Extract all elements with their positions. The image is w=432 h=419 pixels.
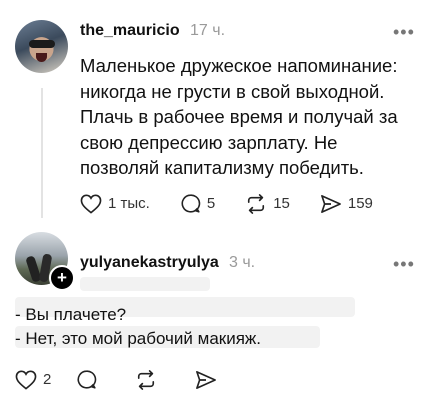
repost-button[interactable]: 15 xyxy=(245,193,290,214)
post-time: 17 ч. xyxy=(190,22,226,39)
reply-text-line: - Вы плачете? xyxy=(15,305,127,324)
post-text: Маленькое дружеское напоминание: никогда… xyxy=(80,53,415,181)
send-icon xyxy=(196,370,217,389)
reply-like-count: 2 xyxy=(43,371,52,388)
post-username[interactable]: the_mauricio xyxy=(80,22,180,40)
post-text-line: свою депрессию зарплату. Не xyxy=(80,131,338,153)
plus-icon: + xyxy=(57,268,67,287)
post-actions: 1 тыс. 5 15 159 xyxy=(80,193,401,214)
comment-icon xyxy=(77,370,97,389)
like-count: 1 тыс. xyxy=(108,195,150,212)
reply-like-button[interactable]: 2 xyxy=(15,370,51,390)
reply-text: - Вы плачете? - Нет, это мой рабочий мак… xyxy=(15,303,261,351)
share-count: 159 xyxy=(347,195,373,212)
post-more-button[interactable]: ••• xyxy=(393,22,415,43)
avatar-sunglasses xyxy=(29,40,55,48)
post-text-line: Плачь в рабочее время и получай за xyxy=(80,106,398,127)
reply-text-line: - Нет, это мой рабочий макияж. xyxy=(15,329,262,348)
comment-count: 5 xyxy=(206,195,216,212)
reply-actions: 2 xyxy=(15,369,251,390)
reply-share-button[interactable] xyxy=(195,370,223,390)
comment-button[interactable]: 5 xyxy=(180,193,215,214)
post-text-line: Маленькое дружеское напоминание: xyxy=(80,55,398,76)
reply-repost-button[interactable] xyxy=(135,369,163,390)
thread-line xyxy=(41,88,43,218)
post-text-line: никогда не грусти в свой выходной. xyxy=(80,80,385,102)
repost-icon xyxy=(138,369,155,390)
heart-icon xyxy=(80,194,102,214)
repost-icon xyxy=(248,193,265,214)
repost-count: 15 xyxy=(273,195,290,212)
reply-time: 3 ч. xyxy=(229,254,256,271)
share-button[interactable]: 159 xyxy=(320,194,373,214)
comment-icon xyxy=(181,194,201,213)
follow-button[interactable]: + xyxy=(49,265,75,291)
reply-comment-button[interactable] xyxy=(76,369,103,390)
reply-more-button[interactable]: ••• xyxy=(393,254,415,275)
like-button[interactable]: 1 тыс. xyxy=(80,194,150,214)
reply-username[interactable]: yulyanekastryulya xyxy=(80,254,219,272)
avatar[interactable] xyxy=(15,20,68,73)
send-icon xyxy=(320,194,341,213)
text-placeholder xyxy=(80,277,210,291)
heart-icon xyxy=(15,370,37,390)
post-text-line: позволяй капитализму победить. xyxy=(80,157,364,178)
avatar-mouth xyxy=(36,53,47,62)
